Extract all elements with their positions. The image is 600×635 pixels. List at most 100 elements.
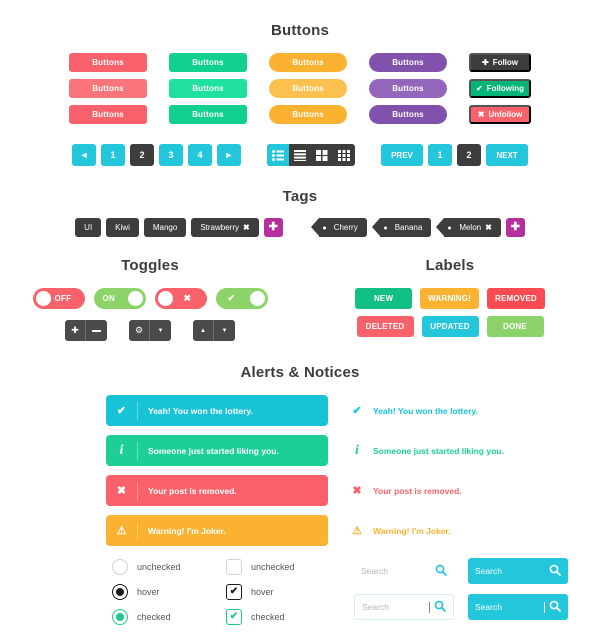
page-4[interactable]: 4 — [188, 144, 212, 166]
chevron-up-icon[interactable]: ▲ — [193, 320, 214, 341]
alert-warning[interactable]: ⚠ Warning! I'm Joker. — [106, 515, 328, 546]
search-plain[interactable]: Search — [354, 558, 454, 584]
chevron-down-icon[interactable]: ▼ — [150, 320, 171, 341]
check-icon: ✔ — [227, 293, 236, 303]
radio-hover[interactable] — [112, 583, 128, 600]
tag-label: Kiwi — [115, 223, 130, 232]
button-purple-3[interactable]: Buttons — [369, 105, 447, 124]
toggle-off-x[interactable]: ✖ — [154, 288, 207, 309]
tag-melon[interactable]: Melon ✖ — [436, 218, 501, 237]
search-icon[interactable] — [434, 600, 446, 615]
radio-checked[interactable] — [112, 608, 128, 625]
button-purple-1[interactable]: Buttons — [369, 53, 447, 72]
search-icon[interactable] — [435, 564, 447, 579]
button-green-3[interactable]: Buttons — [169, 105, 247, 124]
alert-success[interactable]: ✔ Yeah! You won the lottery. — [106, 395, 328, 426]
following-button[interactable]: ✔ Following — [469, 79, 531, 98]
prev-button[interactable]: PREV — [381, 144, 423, 166]
label-removed[interactable]: REMOVED — [487, 288, 545, 309]
list-view-icon[interactable] — [267, 144, 289, 166]
lines-view-icon[interactable] — [289, 144, 311, 166]
close-icon[interactable]: ✖ — [485, 223, 492, 232]
button-red-3[interactable]: Buttons — [69, 105, 147, 124]
page-3[interactable]: 3 — [159, 144, 183, 166]
button-green-2[interactable]: Buttons — [169, 79, 247, 98]
notice-info[interactable]: i Someone just started liking you. — [350, 435, 504, 466]
minus-icon[interactable] — [86, 320, 107, 341]
tag-banana[interactable]: Banana — [371, 218, 432, 237]
button-column-green: Buttons Buttons Buttons — [169, 53, 247, 124]
next-arrow[interactable]: ► — [217, 144, 241, 166]
gear-icon[interactable]: ⚙ — [129, 320, 150, 341]
add-tag-button[interactable]: ✚ — [263, 218, 283, 237]
button-orange-2[interactable]: Buttons — [269, 79, 347, 98]
radio-item-hover[interactable]: hover — [112, 583, 216, 600]
radio-item-checked[interactable]: checked — [112, 608, 216, 625]
search-fields-grid: Search Search Search Search — [354, 558, 568, 625]
button-red-2[interactable]: Buttons — [69, 79, 147, 98]
close-icon[interactable]: ✖ — [243, 223, 250, 232]
button-orange-3[interactable]: Buttons — [269, 105, 347, 124]
toggle-switch-row: OFF ON ✖ ✔ — [0, 288, 300, 309]
close-icon: ✖ — [116, 485, 127, 497]
tag-strawberry[interactable]: Strawberry ✖ — [191, 218, 259, 237]
checkbox-hover[interactable]: ✔ — [226, 583, 242, 600]
button-red-1[interactable]: Buttons — [69, 53, 147, 72]
checkbox-group: unchecked ✔ hover ✔ checked — [226, 558, 330, 625]
buttons-grid: Buttons Buttons Buttons Buttons Buttons … — [0, 53, 600, 124]
checkbox-unchecked[interactable] — [226, 558, 242, 575]
checkbox-item-hover[interactable]: ✔ hover — [226, 583, 330, 600]
pagination-prevnext: PREV 1 2 NEXT — [381, 144, 528, 166]
label-new[interactable]: NEW — [355, 288, 413, 309]
label-deleted[interactable]: DELETED — [356, 316, 414, 337]
dense-grid-view-icon[interactable] — [333, 144, 355, 166]
search-bordered[interactable]: Search — [354, 594, 454, 620]
toggle-on[interactable]: ON — [93, 288, 146, 309]
alert-error[interactable]: ✖ Your post is removed. — [106, 475, 328, 506]
warning-icon: ⚠ — [352, 525, 362, 537]
page-1-alt[interactable]: 1 — [428, 144, 452, 166]
text-caret — [544, 601, 545, 613]
toggle-off[interactable]: OFF — [32, 288, 85, 309]
radio-item-unchecked[interactable]: unchecked — [112, 558, 216, 575]
radio-unchecked[interactable] — [112, 558, 128, 575]
alert-info[interactable]: i Someone just started liking you. — [106, 435, 328, 466]
text-caret — [429, 601, 430, 613]
button-green-1[interactable]: Buttons — [169, 53, 247, 72]
search-filled[interactable]: Search — [468, 558, 568, 584]
checkbox-item-unchecked[interactable]: unchecked — [226, 558, 330, 575]
notice-success[interactable]: ✔ Yeah! You won the lottery. — [350, 395, 504, 426]
checkbox-checked[interactable]: ✔ — [226, 608, 242, 625]
prev-arrow[interactable]: ◄ — [72, 144, 96, 166]
button-column-social: ✚ Follow ✔ Following ✖ Unfollow — [469, 53, 531, 124]
button-purple-2[interactable]: Buttons — [369, 79, 447, 98]
button-column-purple: Buttons Buttons Buttons — [369, 53, 447, 124]
follow-button[interactable]: ✚ Follow — [469, 53, 531, 72]
chevron-down-icon[interactable]: ▼ — [214, 320, 235, 341]
notice-warning[interactable]: ⚠ Warning! I'm Joker. — [350, 515, 504, 546]
label-updated[interactable]: UPDATED — [421, 316, 479, 337]
toggle-on-check[interactable]: ✔ — [215, 288, 268, 309]
add-tag-button-2[interactable]: ✚ — [505, 218, 525, 237]
label-warning[interactable]: WARNING! — [420, 288, 480, 309]
checkbox-item-checked[interactable]: ✔ checked — [226, 608, 330, 625]
label-done[interactable]: DONE — [486, 316, 544, 337]
plus-icon[interactable]: ✚ — [65, 320, 86, 341]
page-2[interactable]: 2 — [130, 144, 154, 166]
grid-view-icon[interactable] — [311, 144, 333, 166]
page-1[interactable]: 1 — [101, 144, 125, 166]
labels-grid: NEW WARNING! REMOVED DELETED UPDATED DON… — [300, 288, 600, 337]
search-icon[interactable] — [549, 600, 561, 615]
button-column-orange: Buttons Buttons Buttons — [269, 53, 347, 124]
tag-ui[interactable]: UI — [75, 218, 102, 237]
tag-mango[interactable]: Mango — [143, 218, 187, 237]
tag-kiwi[interactable]: Kiwi — [106, 218, 139, 237]
search-icon[interactable] — [549, 564, 561, 579]
notice-error[interactable]: ✖ Your post is removed. — [350, 475, 504, 506]
search-filled-focus[interactable]: Search — [468, 594, 568, 620]
next-button[interactable]: NEXT — [486, 144, 528, 166]
page-2-alt[interactable]: 2 — [457, 144, 481, 166]
button-orange-1[interactable]: Buttons — [269, 53, 347, 72]
tag-cherry[interactable]: Cherry — [310, 218, 367, 237]
unfollow-button[interactable]: ✖ Unfollow — [469, 105, 531, 124]
